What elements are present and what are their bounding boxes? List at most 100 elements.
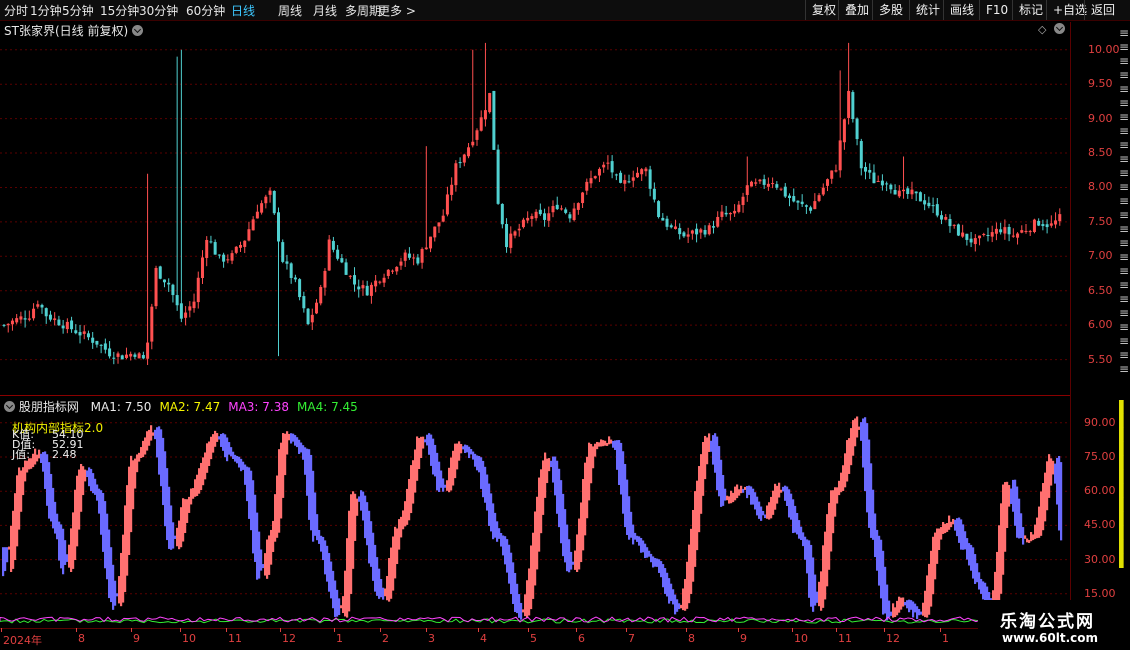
kdj-band-segment xyxy=(386,575,389,601)
kdj-band-segment xyxy=(764,514,767,519)
diamond-icon[interactable]: ◇ xyxy=(1038,23,1046,36)
kdj-band-segment xyxy=(168,486,171,549)
period-tab[interactable]: 日线 xyxy=(231,2,255,19)
candle-body xyxy=(255,211,259,219)
kdj-band-segment xyxy=(282,433,285,498)
kdj-band-segment xyxy=(946,523,949,532)
toolbar-button[interactable]: 多股 xyxy=(872,0,909,20)
candle-body xyxy=(948,218,952,227)
kdj-band-segment xyxy=(792,499,795,534)
kdj-band-segment xyxy=(906,600,909,609)
kdj-band-segment xyxy=(522,609,525,613)
kdj-band-segment xyxy=(434,444,437,477)
kdj-band-segment xyxy=(320,535,323,552)
kdj-band-segment xyxy=(1014,479,1017,526)
kdj-band-segment xyxy=(720,459,723,507)
candle-body xyxy=(999,229,1003,233)
kdj-band-segment xyxy=(802,532,805,547)
toolbar-button[interactable]: 返回 xyxy=(1084,0,1121,20)
kdj-band-segment xyxy=(554,456,557,496)
kdj-band-segment xyxy=(94,478,97,495)
candle-body xyxy=(572,208,576,221)
candle-body xyxy=(496,149,500,204)
kdj-band-segment xyxy=(592,446,595,469)
kdj-band-segment xyxy=(646,547,649,558)
kdj-band-segment xyxy=(466,445,469,453)
toolbar-button[interactable]: 叠加 xyxy=(838,0,875,20)
kdj-chart[interactable] xyxy=(0,400,1070,628)
kdj-band-segment xyxy=(462,446,465,450)
kdj-band-segment xyxy=(944,523,947,534)
price-chart[interactable] xyxy=(0,36,1070,394)
kdj-band-segment xyxy=(890,611,893,616)
price-tick-label: 6.00 xyxy=(1088,318,1113,332)
candle-body xyxy=(538,209,542,215)
candle-body xyxy=(150,306,154,342)
toolbar-button[interactable]: 画线 xyxy=(943,0,980,20)
period-tab[interactable]: 60分钟 xyxy=(186,2,225,19)
kdj-band-segment xyxy=(1030,532,1033,542)
candle-body xyxy=(585,181,589,191)
kdj-band-segment xyxy=(374,544,377,592)
candle-body xyxy=(787,195,791,199)
candle-body xyxy=(188,306,192,311)
kdj-band-segment xyxy=(630,511,633,538)
kdj-band-segment xyxy=(966,538,969,560)
candle-body xyxy=(690,230,694,234)
period-tab[interactable]: 更多 > xyxy=(378,2,416,19)
kdj-band-segment xyxy=(730,490,733,504)
kdj-band-segment xyxy=(520,602,523,620)
kdj-band-segment xyxy=(268,535,271,575)
candle-body xyxy=(682,232,686,237)
chevron-down-icon[interactable] xyxy=(131,25,143,36)
kdj-band-segment xyxy=(886,584,889,621)
date-tick xyxy=(478,628,479,632)
indicator-tick-label: 30.00 xyxy=(1084,552,1116,566)
period-tab[interactable]: 月线 xyxy=(313,2,337,19)
kdj-band-segment xyxy=(232,451,235,460)
kdj-band-segment xyxy=(364,495,367,539)
period-tab[interactable]: 5分钟 xyxy=(62,2,94,19)
candle-body xyxy=(395,266,399,272)
kdj-band-segment xyxy=(70,528,73,572)
settings-chevron-icon[interactable] xyxy=(1054,22,1065,36)
candle-body xyxy=(918,192,922,202)
toolbar-button[interactable]: 复权 xyxy=(805,0,842,20)
kdj-band-segment xyxy=(972,547,975,579)
kdj-band-segment xyxy=(790,493,793,520)
candle-body xyxy=(961,232,965,237)
period-tab[interactable]: 1分钟 xyxy=(30,2,62,19)
kdj-band-segment xyxy=(680,604,683,609)
candle-body xyxy=(868,170,872,173)
period-tab[interactable]: 分时 xyxy=(4,2,28,19)
candle-body xyxy=(745,185,749,195)
kdj-band-segment xyxy=(246,466,249,502)
kdj-band-segment xyxy=(956,518,959,537)
kdj-band-segment xyxy=(724,488,727,501)
kdj-band-segment xyxy=(780,489,783,493)
kdj-band-segment xyxy=(208,441,211,466)
kdj-band-segment xyxy=(602,440,605,447)
period-tab[interactable]: 15分钟 xyxy=(100,2,139,19)
toolbar-button[interactable]: F10 xyxy=(979,0,1014,20)
toolbar-button[interactable]: 标记 xyxy=(1012,0,1049,20)
kdj-band-segment xyxy=(228,442,231,455)
kdj-band-segment xyxy=(608,436,611,445)
kdj-band-segment xyxy=(776,485,779,504)
kdj-band-segment xyxy=(432,438,435,475)
candle-body xyxy=(923,200,927,205)
kdj-band-segment xyxy=(1000,503,1003,594)
toolbar-button[interactable]: 统计 xyxy=(909,0,946,20)
kdj-band-segment xyxy=(932,536,935,595)
candle-body xyxy=(327,239,331,271)
kdj-band-segment xyxy=(4,547,7,572)
kdj-band-segment xyxy=(400,516,403,538)
kdj-band-segment xyxy=(1020,513,1023,539)
period-tab[interactable]: 30分钟 xyxy=(139,2,178,19)
period-tab[interactable]: 周线 xyxy=(278,2,302,19)
candle-body xyxy=(965,233,969,240)
period-tab[interactable]: 多周期 xyxy=(345,2,381,19)
kdj-band-segment xyxy=(72,512,75,569)
kdj-band-segment xyxy=(526,580,529,618)
kdj-band-segment xyxy=(92,473,95,494)
